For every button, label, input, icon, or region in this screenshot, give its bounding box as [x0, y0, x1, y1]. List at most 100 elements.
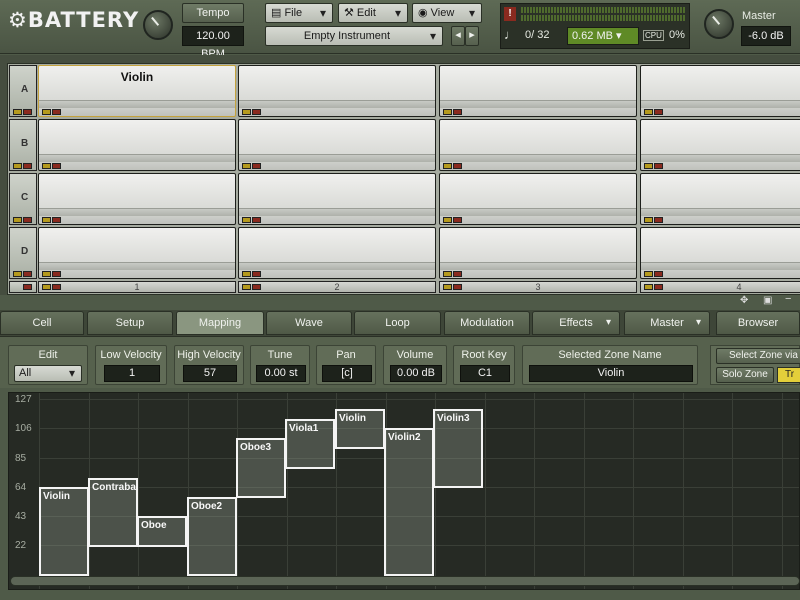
- tune-field[interactable]: 0.00 st: [256, 365, 306, 382]
- cell-c4[interactable]: [640, 173, 800, 225]
- column-number-2[interactable]: 2: [238, 281, 436, 293]
- pan-field[interactable]: [c]: [322, 365, 372, 382]
- tab-cell[interactable]: Cell: [0, 311, 84, 335]
- lock-icon[interactable]: ▣: [763, 295, 772, 306]
- tab-modulation[interactable]: Modulation: [444, 311, 530, 335]
- zone-contraba[interactable]: Contraba: [88, 478, 138, 547]
- row-label-d[interactable]: D: [9, 227, 37, 279]
- zone-name-field[interactable]: Violin: [529, 365, 693, 382]
- tab-loop[interactable]: Loop: [354, 311, 441, 335]
- cell-a4[interactable]: [640, 65, 800, 117]
- cell-b3[interactable]: [439, 119, 637, 171]
- tab-setup[interactable]: Setup: [87, 311, 173, 335]
- row-label-a[interactable]: A: [9, 65, 37, 117]
- master-volume-field[interactable]: -6.0 dB: [741, 26, 791, 46]
- zone-violin2[interactable]: Violin2: [384, 428, 434, 576]
- cell-led: [453, 217, 462, 223]
- zone-violin3[interactable]: Violin3: [433, 408, 483, 489]
- cell-b2[interactable]: [238, 119, 436, 171]
- tab-mapping[interactable]: Mapping: [176, 311, 264, 335]
- cell-c2[interactable]: [238, 173, 436, 225]
- cell-a3[interactable]: [439, 65, 637, 117]
- cell-d4[interactable]: [640, 227, 800, 279]
- zone-mapping-editor[interactable]: 127 106 85 64 43 22 Violin Contraba Oboe Oboe2 Obo…: [8, 392, 800, 590]
- solo-zone-button[interactable]: Solo Zone: [716, 367, 774, 383]
- collapse-icon[interactable]: −: [785, 293, 791, 305]
- zone-label: Violin: [43, 490, 71, 502]
- cell-led: [644, 217, 653, 223]
- tab-browser[interactable]: Browser: [716, 311, 800, 335]
- zone-oboe3[interactable]: Oboe3: [236, 438, 286, 498]
- file-menu[interactable]: ▤ File: [265, 3, 333, 23]
- view-menu-label: View: [430, 7, 455, 19]
- cell-led: [453, 109, 462, 115]
- select-zone-via-midi-button[interactable]: Select Zone via M: [716, 348, 800, 364]
- prev-instrument-button[interactable]: ◂: [451, 26, 465, 46]
- column-number-1[interactable]: 1: [38, 281, 236, 293]
- zone-oboe[interactable]: Oboe: [137, 516, 187, 547]
- volume-field[interactable]: 0.00 dB: [390, 365, 442, 382]
- cell-b4[interactable]: [640, 119, 800, 171]
- zone-viola1[interactable]: Viola1: [285, 418, 335, 469]
- velocity-label: 127: [15, 394, 32, 405]
- next-instrument-button[interactable]: ▸: [465, 26, 479, 46]
- cell-grid: A Violin B C D 1 2 3 4 ✥ ▣ −: [0, 55, 800, 306]
- row-label-c[interactable]: C: [9, 173, 37, 225]
- edit-scope-select[interactable]: All: [14, 365, 82, 382]
- cell-strip: [440, 208, 636, 216]
- column-number-4[interactable]: 4: [640, 281, 800, 293]
- zone-label: Violin3: [437, 412, 470, 424]
- zone-oboe2[interactable]: Oboe2: [187, 496, 237, 576]
- cell-led: [443, 109, 452, 115]
- cell-a2[interactable]: [238, 65, 436, 117]
- zone-name-label: Selected Zone Name: [558, 349, 662, 361]
- cell-strip: [39, 262, 235, 270]
- memory-display[interactable]: 0.62 MB ▾: [567, 27, 639, 45]
- tempo-button[interactable]: Tempo: [182, 3, 244, 23]
- tab-effects[interactable]: Effects ▾: [532, 311, 620, 335]
- mapping-scrollbar[interactable]: [10, 576, 800, 586]
- zone-violin[interactable]: Violin: [335, 408, 385, 450]
- cell-led: [42, 109, 51, 115]
- cell-led: [42, 217, 51, 223]
- high-velocity-field[interactable]: 57: [183, 365, 237, 382]
- cell-c1[interactable]: [38, 173, 236, 225]
- column-number-3[interactable]: 3: [439, 281, 637, 293]
- tempo-knob[interactable]: [143, 10, 173, 40]
- cell-d3[interactable]: [439, 227, 637, 279]
- tab-wave[interactable]: Wave: [266, 311, 352, 335]
- cell-d1[interactable]: [38, 227, 236, 279]
- cell-led: [453, 163, 462, 169]
- master-volume-knob[interactable]: [704, 9, 734, 39]
- zone-label: Viola1: [289, 422, 319, 434]
- tempo-field[interactable]: 120.00 BPM: [182, 26, 244, 60]
- tab-label: Modulation: [460, 317, 514, 329]
- low-velocity-field[interactable]: 1: [104, 365, 160, 382]
- row-letter: D: [21, 246, 29, 257]
- tab-label: Browser: [737, 317, 779, 329]
- view-menu[interactable]: ◉ View: [412, 3, 482, 23]
- zone-label: Oboe3: [240, 442, 272, 454]
- tab-master[interactable]: Master ▾: [624, 311, 710, 335]
- cell-c3[interactable]: [439, 173, 637, 225]
- low-velocity-label: Low Velocity: [100, 349, 162, 361]
- cell-d2[interactable]: [238, 227, 436, 279]
- status-led: [13, 163, 22, 169]
- chevron-down-icon: ▾: [605, 317, 611, 328]
- track-button[interactable]: Tr: [777, 367, 800, 383]
- battery-logo: ⚙BATTERY: [8, 8, 140, 32]
- move-icon[interactable]: ✥: [740, 295, 748, 306]
- tab-label: Effects: [559, 317, 593, 329]
- cell-led: [644, 271, 653, 277]
- root-key-field[interactable]: C1: [460, 365, 510, 382]
- instrument-selector[interactable]: Empty Instrument: [265, 26, 443, 46]
- cell-led: [52, 271, 61, 277]
- edit-menu[interactable]: ⚒ Edit: [338, 3, 408, 23]
- grid-line: [534, 393, 535, 589]
- cell-b1[interactable]: [38, 119, 236, 171]
- row-label-b[interactable]: B: [9, 119, 37, 171]
- cell-a1[interactable]: Violin: [38, 65, 236, 117]
- zone-violin[interactable]: Violin: [39, 486, 89, 576]
- column-number-label: 3: [535, 282, 541, 292]
- alert-icon[interactable]: !: [504, 7, 516, 21]
